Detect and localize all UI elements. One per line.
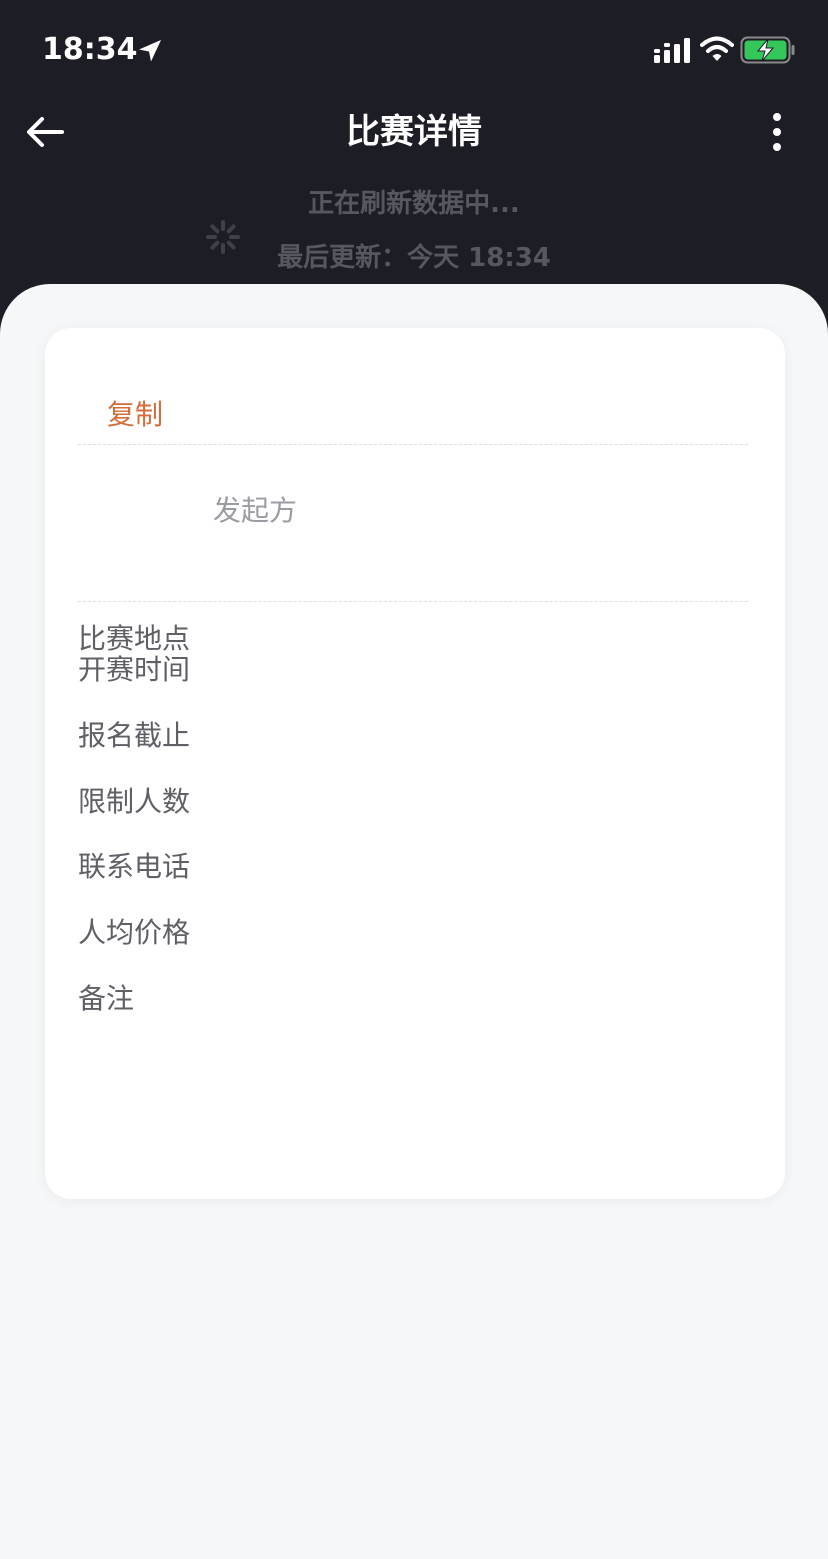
copy-button[interactable]: 复制 [107,395,163,435]
back-button[interactable] [22,108,70,156]
wifi-icon [700,36,734,61]
divider [78,601,748,602]
initiator-label: 发起方 [213,494,298,527]
arrow-left-icon [27,117,64,147]
field-label-price-per-person: 人均价格 [78,916,191,949]
field-label-player-limit: 限制人数 [78,785,191,818]
signal-icon [654,38,690,63]
field-label-signup-deadline: 报名截止 [78,719,191,752]
more-options-button[interactable] [762,110,792,154]
field-label-notes: 备注 [78,982,135,1015]
vertical-dots-icon [773,113,781,151]
page-title: 比赛详情 [346,112,482,152]
battery-charging-icon [740,36,795,64]
divider [78,444,748,445]
field-label-contact-phone: 联系电话 [78,850,191,883]
status-time: 18:34 [42,32,138,67]
match-detail-card [45,328,785,1199]
field-label-start-time: 开赛时间 [78,653,191,686]
last-updated-text: 最后更新：今天 18:34 [277,243,551,273]
refresh-status-text: 正在刷新数据中... [308,189,520,219]
location-arrow-icon [139,40,161,62]
